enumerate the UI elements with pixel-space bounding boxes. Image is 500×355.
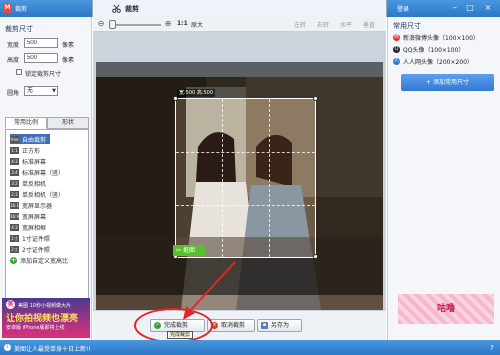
right-ad-banner[interactable]: 咕噜: [398, 294, 494, 324]
qq-icon: Q: [393, 46, 400, 53]
add-common-size-button[interactable]: + 添加常用尺寸: [401, 74, 494, 91]
preset-renren[interactable]: 人人人网头像（200×200）: [393, 57, 473, 66]
info-icon: i: [4, 344, 11, 351]
right-panel: 常用尺寸 微新浪微博头像（100×100） Q QQ头像（100×100） 人人人…: [387, 17, 500, 340]
preset-qq[interactable]: Q QQ头像（100×100）: [393, 45, 464, 54]
common-sizes-title: 常用尺寸: [393, 22, 421, 30]
help-icon[interactable]: ?: [488, 344, 496, 352]
status-text[interactable]: 美图让人最受单身十日上新!!: [14, 344, 91, 353]
renren-icon: 人: [393, 58, 400, 65]
weibo-icon: 微: [393, 34, 400, 41]
tooltip: 完成裁剪: [167, 331, 194, 339]
preset-sina-weibo[interactable]: 微新浪微博头像（100×100）: [393, 33, 479, 42]
status-bar: i 美图让人最受单身十日上新!! ?: [0, 340, 500, 355]
